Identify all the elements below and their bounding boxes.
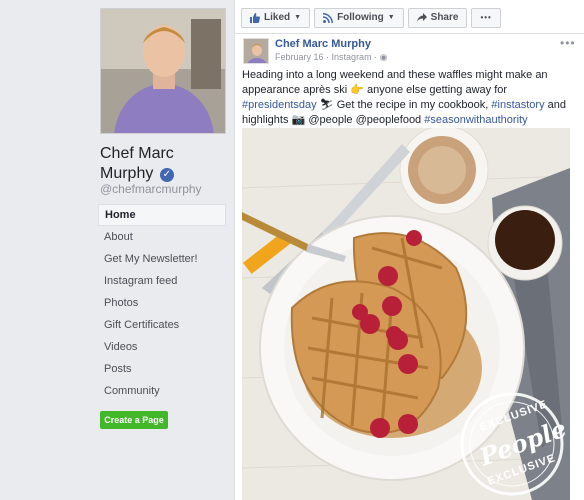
nav-item-instagram-feed[interactable]: Instagram feed: [98, 270, 226, 292]
page-title: Chef Marc Murphy ✓: [100, 144, 230, 184]
skier-emoji-icon: ⛷: [319, 99, 337, 111]
more-options-button[interactable]: •••: [471, 8, 501, 28]
hashtag-link[interactable]: #instastory: [491, 99, 544, 111]
post-photo[interactable]: EXCLUSIVE People EXCLUSIVE: [242, 128, 570, 500]
post-source: Instagram: [331, 52, 372, 62]
hashtag-link[interactable]: #seasonwithauthority: [424, 114, 527, 126]
page-action-bar: Liked ▼ Following ▼ Share •••: [241, 8, 501, 28]
post-text-part: @people @peoplefood: [308, 114, 425, 126]
share-button[interactable]: Share: [407, 8, 468, 28]
chevron-down-icon: ▼: [387, 14, 395, 21]
nav-item-community[interactable]: Community: [98, 380, 226, 402]
rss-icon: [323, 13, 334, 23]
share-label: Share: [430, 12, 459, 23]
post-meta: February 16 · Instagram · ◉: [275, 52, 387, 63]
create-page-button[interactable]: Create a Page: [100, 411, 168, 429]
post-text-part: Get the recipe in my cookbook,: [336, 99, 492, 111]
hashtag-link[interactable]: #presidentsday: [242, 99, 317, 111]
left-column: Chef Marc Murphy ✓ @chefmarcmurphy Home …: [0, 0, 234, 500]
liked-label: Liked: [264, 12, 291, 23]
post-author-avatar[interactable]: [243, 38, 269, 64]
following-button[interactable]: Following ▼: [314, 8, 404, 28]
following-label: Following: [337, 12, 384, 23]
liked-button[interactable]: Liked ▼: [241, 8, 311, 28]
globe-icon: ◉: [379, 52, 388, 62]
camera-emoji-icon: 📷: [291, 114, 306, 126]
nav-item-about[interactable]: About: [98, 226, 226, 248]
nav-item-videos[interactable]: Videos: [98, 336, 226, 358]
page-nav: Home About Get My Newsletter! Instagram …: [98, 204, 226, 402]
nav-item-gift-certificates[interactable]: Gift Certificates: [98, 314, 226, 336]
thumbs-up-icon: [250, 13, 260, 23]
post-text-part: anyone else getting away for: [367, 84, 508, 96]
nav-item-home[interactable]: Home: [98, 204, 226, 226]
page-handle: @chefmarcmurphy: [100, 182, 202, 196]
pointing-hand-emoji-icon: 👉: [350, 84, 364, 96]
post-author-name[interactable]: Chef Marc Murphy: [275, 38, 371, 50]
post-options-button[interactable]: •••: [560, 36, 576, 50]
post-date[interactable]: February 16: [275, 52, 324, 62]
post-text: Heading into a long weekend and these wa…: [242, 68, 582, 128]
main-column: Liked ▼ Following ▼ Share ••• Chef Marc …: [234, 0, 584, 500]
ellipsis-icon: •••: [480, 13, 492, 22]
verified-badge-icon: ✓: [159, 168, 174, 182]
profile-picture[interactable]: [100, 8, 226, 134]
nav-item-newsletter[interactable]: Get My Newsletter!: [98, 248, 226, 270]
nav-item-posts[interactable]: Posts: [98, 358, 226, 380]
nav-item-photos[interactable]: Photos: [98, 292, 226, 314]
divider: [235, 33, 584, 34]
share-arrow-icon: [416, 13, 427, 22]
chevron-down-icon: ▼: [294, 14, 302, 21]
